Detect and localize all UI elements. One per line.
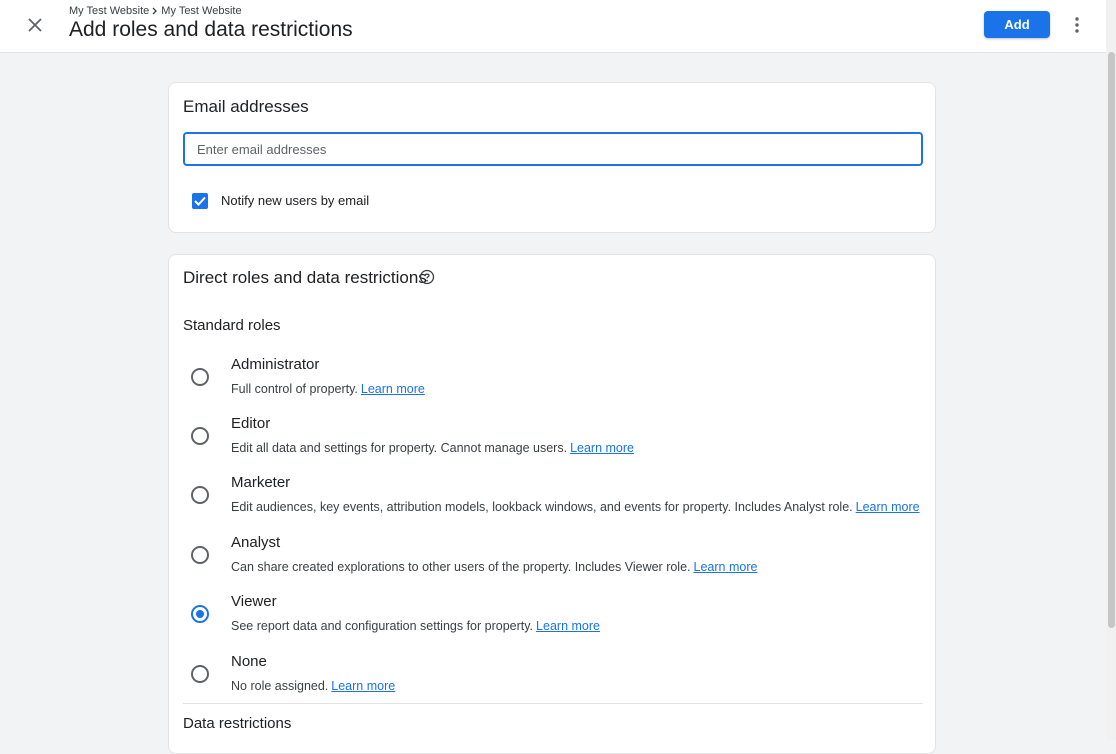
role-editor: Editor Edit all data and settings for pr… (169, 415, 935, 471)
role-viewer: Viewer See report data and configuration… (169, 593, 935, 649)
email-section-title: Email addresses (183, 97, 309, 116)
role-name: Editor (231, 415, 271, 432)
divider (183, 703, 923, 704)
role-analyst: Analyst Can share created explorations t… (169, 534, 935, 590)
check-icon (194, 196, 206, 206)
more-options-button[interactable] (1065, 13, 1089, 37)
role-none: None No role assigned. Learn more (169, 653, 935, 709)
close-button[interactable] (22, 12, 48, 38)
role-name: Marketer (231, 474, 291, 491)
learn-more-link[interactable]: Learn more (361, 382, 425, 396)
radio-analyst[interactable] (191, 546, 209, 564)
role-administrator: Administrator Full control of property. L… (169, 356, 935, 412)
role-description: Edit all data and settings for property.… (231, 441, 635, 455)
breadcrumb-item-property[interactable]: My Test Website (161, 5, 241, 17)
learn-more-link[interactable]: Learn more (570, 441, 634, 455)
help-icon[interactable] (419, 269, 435, 285)
role-description: Can share created explorations to other … (231, 560, 758, 574)
breadcrumb-item-account[interactable]: My Test Website (69, 5, 149, 17)
breadcrumb: My Test Website My Test Website (69, 5, 242, 17)
learn-more-link[interactable]: Learn more (536, 619, 600, 633)
learn-more-link[interactable]: Learn more (331, 679, 395, 693)
roles-card: Direct roles and data restrictions Stand… (168, 254, 936, 754)
email-input[interactable] (183, 132, 923, 166)
scrollbar-thumb[interactable] (1108, 52, 1115, 628)
standard-roles-label: Standard roles (183, 317, 281, 334)
close-icon (28, 18, 42, 32)
role-marketer: Marketer Edit audiences, key events, att… (169, 474, 935, 530)
role-description: See report data and configuration settin… (231, 619, 600, 633)
radio-viewer[interactable] (191, 605, 209, 623)
roles-section-title: Direct roles and data restrictions (183, 268, 427, 287)
role-name: None (231, 653, 267, 670)
role-name: Analyst (231, 534, 281, 551)
data-restrictions-label: Data restrictions (183, 715, 292, 732)
add-button[interactable]: Add (984, 11, 1050, 38)
role-name: Viewer (231, 593, 277, 610)
radio-none[interactable] (191, 665, 209, 683)
top-bar: My Test Website My Test Website Add role… (0, 0, 1106, 53)
radio-editor[interactable] (191, 427, 209, 445)
role-name: Administrator (231, 356, 320, 373)
learn-more-link[interactable]: Learn more (856, 500, 920, 514)
role-description: Edit audiences, key events, attribution … (231, 500, 920, 514)
more-vert-icon (1075, 17, 1079, 33)
notify-checkbox[interactable] (192, 193, 208, 209)
chevron-right-icon (152, 7, 158, 15)
role-description: Full control of property. Learn more (231, 382, 425, 396)
learn-more-link[interactable]: Learn more (694, 560, 758, 574)
role-description: No role assigned. Learn more (231, 679, 396, 693)
notify-label[interactable]: Notify new users by email (221, 193, 369, 208)
radio-marketer[interactable] (191, 486, 209, 504)
radio-administrator[interactable] (191, 368, 209, 386)
page-title: Add roles and data restrictions (69, 18, 353, 41)
email-card: Email addresses Notify new users by emai… (168, 82, 936, 233)
